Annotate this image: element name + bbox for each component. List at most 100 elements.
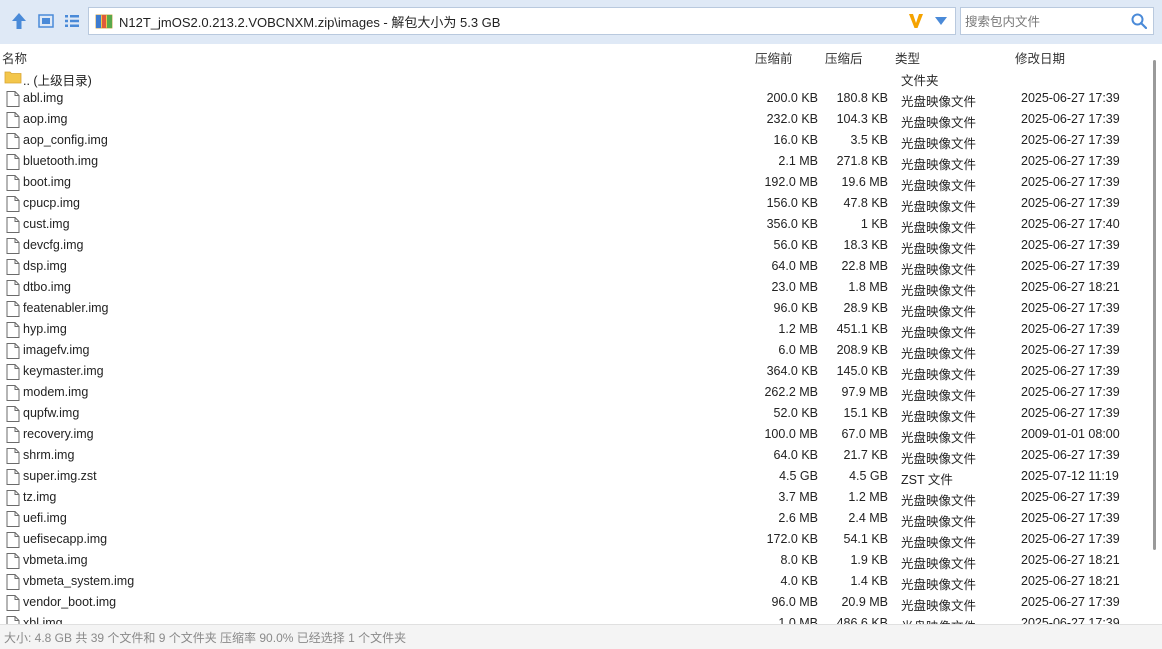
file-size-before: 6.0 MB xyxy=(778,343,818,357)
file-size-before: 96.0 MB xyxy=(771,595,818,609)
file-date: 2025-06-27 18:21 xyxy=(1021,574,1120,588)
file-row[interactable]: tz.img 3.7 MB 1.2 MB 光盘映像文件 2025-06-27 17:39 xyxy=(0,487,1146,508)
vertical-scrollbar[interactable] xyxy=(1146,44,1162,624)
file-row[interactable]: abl.img 200.0 KB 180.8 KB 光盘映像文件 2025-06-27 … xyxy=(0,88,1146,109)
file-row[interactable]: featenabler.img 96.0 KB 28.9 KB 光盘映像文件 2025-… xyxy=(0,298,1146,319)
file-row[interactable]: uefi.img 2.6 MB 2.4 MB 光盘映像文件 2025-06-27 17:… xyxy=(0,508,1146,529)
v-logo-icon[interactable] xyxy=(907,12,925,30)
file-date: 2025-06-27 17:39 xyxy=(1021,259,1120,273)
file-type: 光盘映像文件 xyxy=(901,452,977,466)
file-size-after: 19.6 MB xyxy=(841,175,888,189)
file-size-before: 172.0 KB xyxy=(766,532,818,546)
toolbar: N12T_jmOS2.0.213.2.VOBCNXM.zip\images - … xyxy=(0,0,1162,45)
column-name[interactable]: 名称 xyxy=(2,48,27,67)
file-date: 2025-06-27 17:39 xyxy=(1021,133,1120,147)
file-date: 2025-06-27 18:21 xyxy=(1021,280,1120,294)
file-row[interactable]: dsp.img 64.0 MB 22.8 MB 光盘映像文件 2025-06-27 17… xyxy=(0,256,1146,277)
list-view-button[interactable] xyxy=(62,11,82,31)
file-date: 2025-07-12 11:19 xyxy=(1021,469,1119,483)
column-before[interactable]: 压缩前 xyxy=(755,48,793,67)
file-row[interactable]: recovery.img 100.0 MB 67.0 MB 光盘映像文件 2009-01… xyxy=(0,424,1146,445)
file-row[interactable]: bluetooth.img 2.1 MB 271.8 KB 光盘映像文件 2025-06… xyxy=(0,151,1146,172)
column-after[interactable]: 压缩后 xyxy=(825,48,863,67)
parent-dir-label: .. (上级目录) xyxy=(23,74,92,88)
scrollbar-thumb[interactable] xyxy=(1153,60,1156,550)
file-date: 2025-06-27 17:39 xyxy=(1021,196,1120,210)
address-bar[interactable]: N12T_jmOS2.0.213.2.VOBCNXM.zip\images - … xyxy=(88,7,956,35)
file-row[interactable]: boot.img 192.0 MB 19.6 MB 光盘映像文件 2025-06-27 … xyxy=(0,172,1146,193)
file-name: uefi.img xyxy=(23,511,67,525)
column-date[interactable]: 修改日期 xyxy=(1015,48,1065,67)
file-date: 2025-06-27 17:39 xyxy=(1021,511,1120,525)
file-icon xyxy=(6,112,20,128)
file-icon xyxy=(6,490,20,506)
file-icon xyxy=(6,280,20,296)
file-name: xbl.img xyxy=(23,616,63,624)
file-type: ZST 文件 xyxy=(901,473,953,487)
file-size-after: 20.9 MB xyxy=(841,595,888,609)
file-size-after: 21.7 KB xyxy=(843,448,888,462)
file-icon xyxy=(6,238,20,254)
file-size-after: 54.1 KB xyxy=(843,532,888,546)
file-row[interactable]: xbl.img 1.0 MB 486.6 KB 光盘映像文件 2025-06-27 17… xyxy=(0,613,1146,624)
file-row[interactable]: vbmeta.img 8.0 KB 1.9 KB 光盘映像文件 2025-06-27 1… xyxy=(0,550,1146,571)
column-type[interactable]: 类型 xyxy=(895,48,920,67)
file-icon xyxy=(6,154,20,170)
file-name: bluetooth.img xyxy=(23,154,99,168)
file-icon xyxy=(6,91,20,107)
file-row[interactable]: imagefv.img 6.0 MB 208.9 KB 光盘映像文件 2025-06-2… xyxy=(0,340,1146,361)
file-name: recovery.img xyxy=(23,427,94,441)
file-date: 2025-06-27 17:39 xyxy=(1021,616,1120,624)
file-row[interactable]: cust.img 356.0 KB 1 KB 光盘映像文件 2025-06-27 17:… xyxy=(0,214,1146,235)
file-type: 光盘映像文件 xyxy=(901,536,977,550)
file-name: modem.img xyxy=(23,385,89,399)
search-box[interactable] xyxy=(960,7,1154,35)
file-size-after: 1.4 KB xyxy=(850,574,888,588)
file-type: 光盘映像文件 xyxy=(901,116,977,130)
file-row[interactable]: modem.img 262.2 MB 97.9 MB 光盘映像文件 2025-06-27… xyxy=(0,382,1146,403)
file-row[interactable]: vbmeta_system.img 4.0 KB 1.4 KB 光盘映像文件 2025-… xyxy=(0,571,1146,592)
file-size-before: 8.0 KB xyxy=(780,553,818,567)
file-size-after: 180.8 KB xyxy=(836,91,888,105)
chevron-down-icon[interactable] xyxy=(935,17,947,25)
thumbnail-view-button[interactable] xyxy=(36,11,56,31)
search-icon[interactable] xyxy=(1131,13,1147,29)
file-row[interactable]: vendor_boot.img 96.0 MB 20.9 MB 光盘映像文件 2025-… xyxy=(0,592,1146,613)
file-name: hyp.img xyxy=(23,322,67,336)
file-row[interactable]: dtbo.img 23.0 MB 1.8 MB 光盘映像文件 2025-06-27 18… xyxy=(0,277,1146,298)
file-type: 光盘映像文件 xyxy=(901,347,977,361)
file-size-after: 3.5 KB xyxy=(850,133,888,147)
file-date: 2025-06-27 17:39 xyxy=(1021,406,1120,420)
file-row[interactable]: keymaster.img 364.0 KB 145.0 KB 光盘映像文件 2025-… xyxy=(0,361,1146,382)
file-type: 光盘映像文件 xyxy=(901,515,977,529)
up-button[interactable] xyxy=(9,11,29,31)
file-size-after: 15.1 KB xyxy=(843,406,888,420)
file-row[interactable]: hyp.img 1.2 MB 451.1 KB 光盘映像文件 2025-06-27 17… xyxy=(0,319,1146,340)
file-row[interactable]: super.img.zst 4.5 GB 4.5 GB ZST 文件 2025-07-1… xyxy=(0,466,1146,487)
status-bar: 大小: 4.8 GB 共 39 个文件和 9 个文件夹 压缩率 90.0% 已经… xyxy=(0,624,1162,649)
file-icon xyxy=(6,259,20,275)
file-row[interactable]: aop_config.img 16.0 KB 3.5 KB 光盘映像文件 2025-06… xyxy=(0,130,1146,151)
file-name: boot.img xyxy=(23,175,71,189)
file-row[interactable]: cpucp.img 156.0 KB 47.8 KB 光盘映像文件 2025-06-27… xyxy=(0,193,1146,214)
file-row[interactable]: devcfg.img 56.0 KB 18.3 KB 光盘映像文件 2025-06-27… xyxy=(0,235,1146,256)
file-icon xyxy=(6,133,20,149)
file-row[interactable]: uefisecapp.img 172.0 KB 54.1 KB 光盘映像文件 2025-… xyxy=(0,529,1146,550)
search-input[interactable] xyxy=(963,11,1127,33)
file-icon xyxy=(6,469,20,485)
file-row[interactable]: qupfw.img 52.0 KB 15.1 KB 光盘映像文件 2025-06-27 … xyxy=(0,403,1146,424)
parent-dir-row[interactable]: .. (上级目录) 文件夹 xyxy=(0,67,1146,88)
file-size-before: 23.0 MB xyxy=(771,280,818,294)
file-size-before: 2.1 MB xyxy=(778,154,818,168)
file-row[interactable]: shrm.img 64.0 KB 21.7 KB 光盘映像文件 2025-06-27 1… xyxy=(0,445,1146,466)
file-name: cpucp.img xyxy=(23,196,80,210)
file-name: tz.img xyxy=(23,490,57,504)
file-date: 2025-06-27 17:39 xyxy=(1021,595,1120,609)
file-icon xyxy=(6,532,20,548)
file-size-before: 56.0 KB xyxy=(773,238,818,252)
file-row[interactable]: aop.img 232.0 KB 104.3 KB 光盘映像文件 2025-06-27 … xyxy=(0,109,1146,130)
file-type: 光盘映像文件 xyxy=(901,326,977,340)
file-icon xyxy=(6,301,20,317)
file-type: 光盘映像文件 xyxy=(901,242,977,256)
file-date: 2025-06-27 17:39 xyxy=(1021,343,1120,357)
